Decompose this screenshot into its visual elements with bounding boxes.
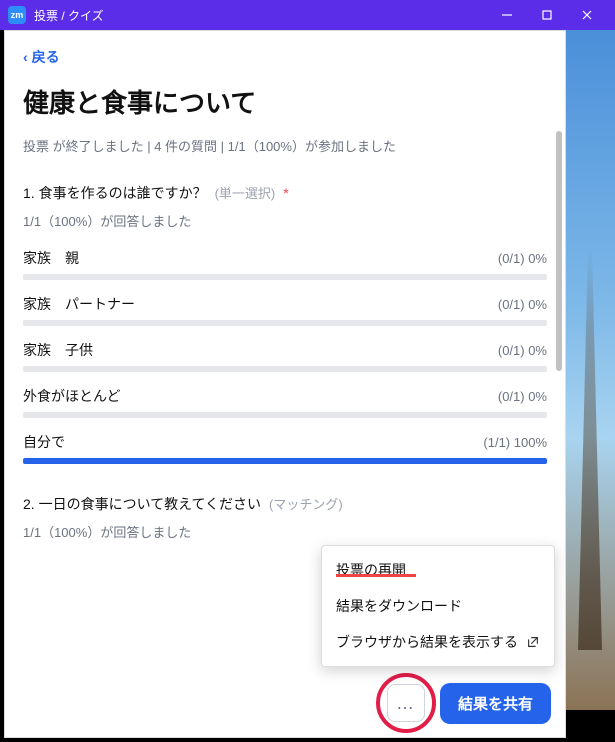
close-icon — [581, 9, 593, 21]
menu-view-in-browser[interactable]: ブラウザから結果を表示する — [322, 624, 554, 660]
annotation-underline — [336, 574, 416, 577]
window-title: 投票 / クイズ — [34, 7, 487, 24]
option-bar — [23, 412, 547, 418]
question-2: 2. 一日の食事について教えてください (マッチング) 1/1（100%）が回答… — [23, 494, 547, 541]
poll-option: 家族 親 (0/1) 0% — [23, 248, 547, 280]
option-stats: (0/1) 0% — [498, 389, 547, 404]
share-results-button[interactable]: 結果を共有 — [440, 683, 551, 724]
poll-option: 外食がほとんど (0/1) 0% — [23, 386, 547, 418]
option-label: 自分で — [23, 432, 65, 452]
external-link-icon — [526, 635, 540, 649]
option-bar — [23, 320, 547, 326]
footer: … 結果を共有 — [382, 679, 551, 727]
option-stats: (0/1) 0% — [498, 343, 547, 358]
option-bar — [23, 274, 547, 280]
option-label: 家族 パートナー — [23, 294, 135, 314]
menu-download-results[interactable]: 結果をダウンロード — [322, 588, 554, 624]
question-type: (単一選択) — [215, 183, 276, 202]
question-text: 1. 食事を作るのは誰ですか？ — [23, 183, 207, 203]
maximize-icon — [541, 9, 553, 21]
menu-item-label: 投票の再開 — [336, 560, 406, 580]
menu-item-label: ブラウザから結果を表示する — [336, 632, 518, 652]
scrollbar[interactable] — [556, 131, 562, 371]
app-icon: zm — [8, 6, 26, 24]
back-link[interactable]: ‹ 戻る — [23, 47, 60, 67]
minimize-icon — [501, 9, 513, 21]
option-bar — [23, 366, 547, 372]
option-label: 家族 子供 — [23, 340, 93, 360]
poll-option: 自分で (1/1) 100% — [23, 432, 547, 464]
close-button[interactable] — [567, 0, 607, 30]
option-stats: (1/1) 100% — [483, 435, 547, 450]
back-label: 戻る — [32, 47, 60, 67]
minimize-button[interactable] — [487, 0, 527, 30]
question-text: 2. 一日の食事について教えてください — [23, 494, 261, 514]
annotation-circle — [376, 673, 436, 733]
option-label: 家族 親 — [23, 248, 79, 268]
respondent-count: 1/1（100%）が回答しました — [23, 211, 547, 230]
poll-option: 家族 子供 (0/1) 0% — [23, 340, 547, 372]
question-1: 1. 食事を作るのは誰ですか？ (単一選択) * 1/1（100%）が回答しまし… — [23, 183, 547, 464]
option-label: 外食がほとんど — [23, 386, 121, 406]
menu-reopen-poll[interactable]: 投票の再開 — [322, 552, 554, 588]
respondent-count: 1/1（100%）が回答しました — [23, 522, 547, 541]
titlebar: zm 投票 / クイズ — [0, 0, 615, 30]
poll-meta: 投票 が終了しました | 4 件の質問 | 1/1（100%）が参加しました — [23, 136, 547, 155]
maximize-button[interactable] — [527, 0, 567, 30]
option-stats: (0/1) 0% — [498, 251, 547, 266]
poll-title: 健康と食事について — [23, 83, 547, 120]
option-bar — [23, 458, 547, 464]
more-menu: 投票の再開 結果をダウンロード ブラウザから結果を表示する — [321, 545, 555, 667]
option-stats: (0/1) 0% — [498, 297, 547, 312]
option-bar-fill — [23, 458, 547, 464]
menu-item-label: 結果をダウンロード — [336, 596, 462, 616]
poll-option: 家族 パートナー (0/1) 0% — [23, 294, 547, 326]
poll-window: ‹ 戻る 健康と食事について 投票 が終了しました | 4 件の質問 | 1/1… — [4, 30, 566, 738]
question-type: (マッチング) — [269, 494, 343, 513]
required-mark: * — [283, 185, 288, 201]
eiffel-tower-silhouette — [570, 250, 610, 650]
chevron-left-icon: ‹ — [23, 49, 28, 65]
